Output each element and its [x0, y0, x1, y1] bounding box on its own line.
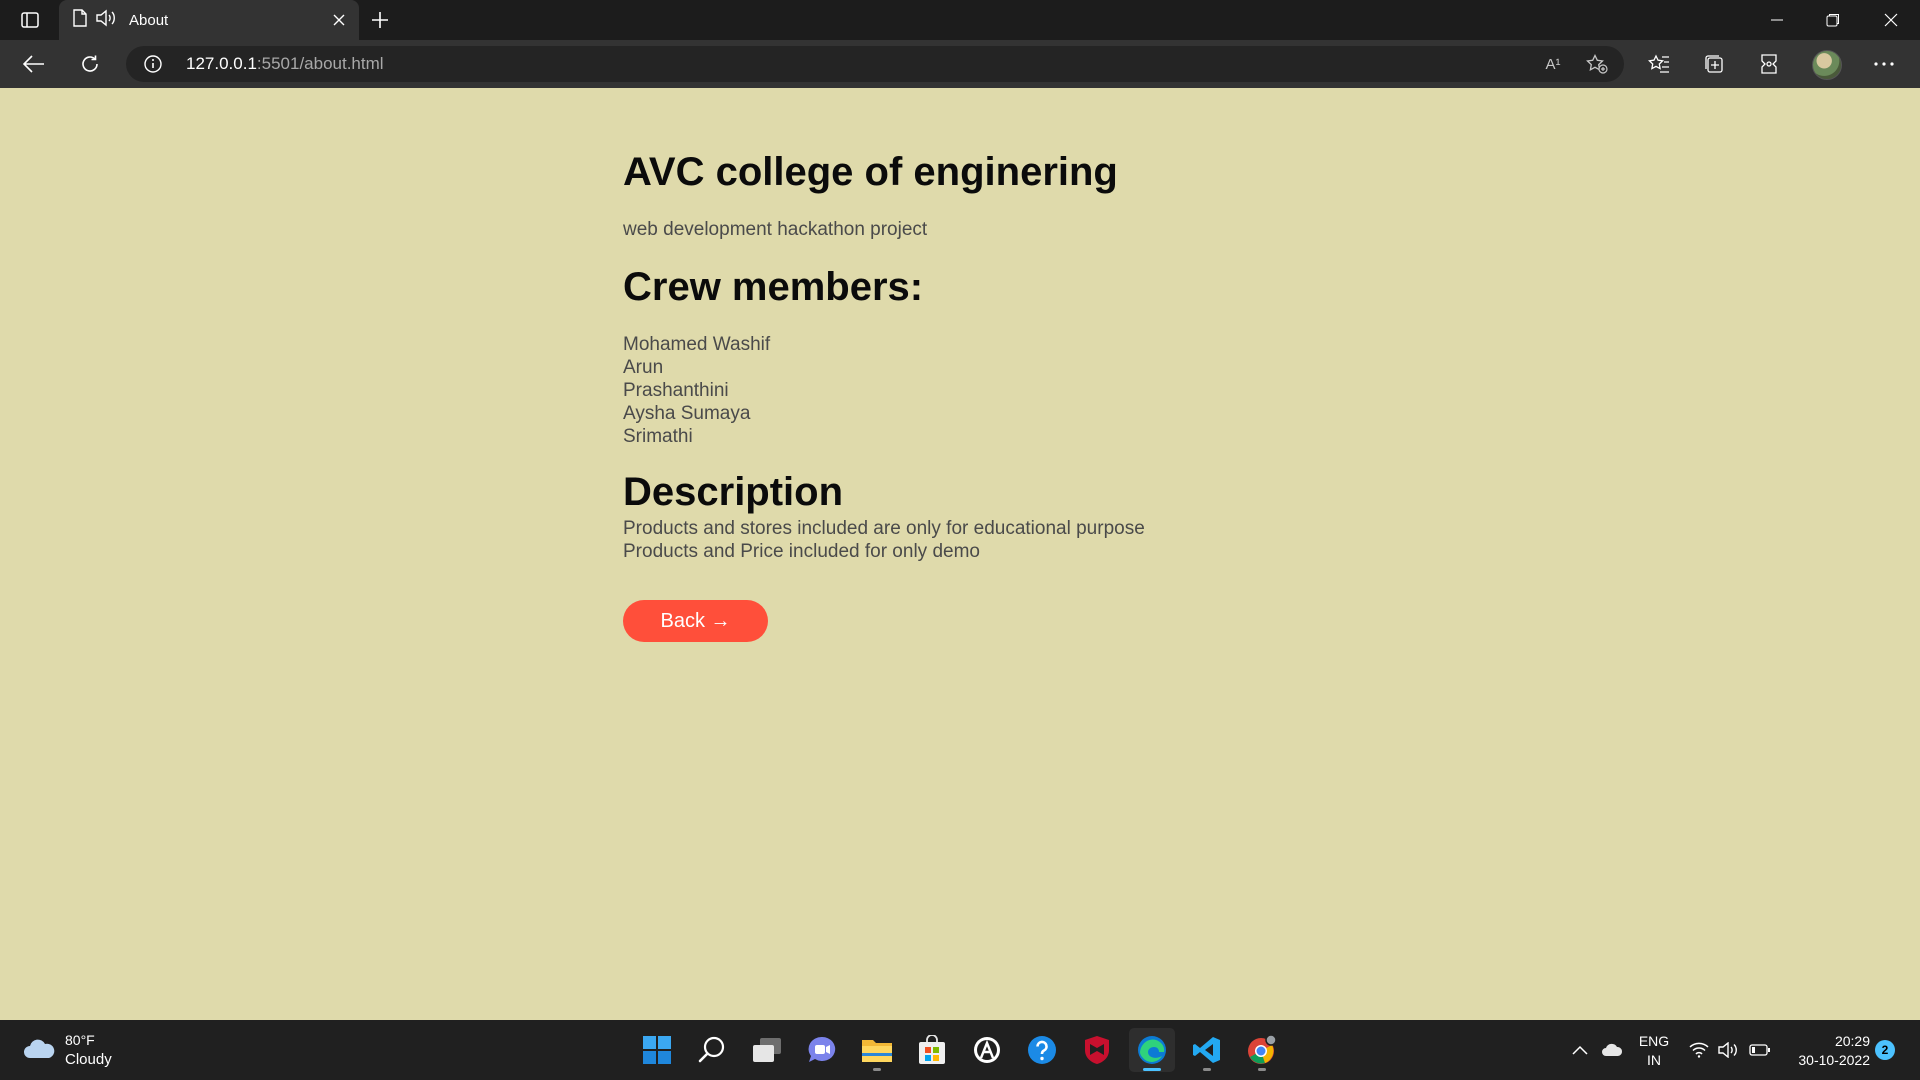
tab-actions-icon[interactable]: [10, 6, 50, 34]
crew-member: Aysha Sumaya: [623, 403, 751, 424]
address-bar[interactable]: 127.0.0.1:5501/about.html A¹: [126, 46, 1624, 82]
crew-member: Srimathi: [623, 426, 693, 447]
app-launcher-icon[interactable]: [964, 1028, 1010, 1072]
chrome-icon[interactable]: [1239, 1028, 1285, 1072]
microsoft-store-icon[interactable]: [909, 1028, 955, 1072]
url-text[interactable]: 127.0.0.1:5501/about.html: [186, 54, 384, 74]
battery-icon[interactable]: [1746, 1020, 1774, 1080]
favorites-icon[interactable]: [1643, 48, 1675, 80]
clock-date: 30-10-2022: [1798, 1052, 1870, 1068]
tab-title: About: [129, 11, 169, 29]
help-icon[interactable]: [1019, 1028, 1065, 1072]
notification-badge[interactable]: 2: [1875, 1040, 1895, 1060]
restore-icon[interactable]: [1804, 0, 1862, 40]
clock-time: 20:29: [1834, 1033, 1870, 1049]
language-code: ENG: [1638, 1033, 1670, 1049]
language-indicator[interactable]: ENG IN: [1636, 1032, 1672, 1070]
document-icon: [73, 8, 87, 32]
close-window-icon[interactable]: [1862, 0, 1920, 40]
refresh-icon[interactable]: [74, 48, 106, 80]
info-icon[interactable]: [144, 55, 162, 78]
wifi-icon[interactable]: [1686, 1020, 1712, 1080]
taskbar: 80°F Cloudy ENG IN 20:29 30-10-2022 2: [0, 1020, 1920, 1080]
back-button[interactable]: Back →: [623, 600, 768, 642]
weather-temp: 80°F: [65, 1032, 95, 1048]
cloud-icon: [22, 1038, 56, 1065]
volume-icon[interactable]: [1716, 1020, 1742, 1080]
crew-heading: Crew members:: [623, 265, 924, 309]
page-subtitle: web development hackathon project: [623, 219, 928, 240]
clock[interactable]: 20:29 30-10-2022: [1782, 1032, 1870, 1070]
region-code: IN: [1647, 1052, 1661, 1068]
plus-icon[interactable]: [366, 6, 394, 34]
description-text: Products and stores included are only fo…: [623, 517, 1145, 563]
read-aloud-icon[interactable]: A¹: [1540, 52, 1566, 76]
description-line: Products and Price included for only dem…: [623, 541, 980, 562]
page-title: AVC college of enginering: [623, 150, 1118, 194]
description-heading: Description: [623, 470, 844, 514]
search-icon[interactable]: [689, 1028, 735, 1072]
running-indicator: [873, 1068, 881, 1071]
running-indicator: [1258, 1068, 1266, 1071]
crew-member: Mohamed Washif: [623, 334, 771, 355]
description-line: Products and stores included are only fo…: [623, 518, 1145, 539]
close-icon[interactable]: [325, 6, 353, 34]
browser-toolbar: 127.0.0.1:5501/about.html A¹: [0, 40, 1920, 88]
crew-list: Mohamed Washif Arun Prashanthini Aysha S…: [623, 333, 770, 448]
add-favorite-icon[interactable]: [1584, 52, 1610, 76]
crew-member: Prashanthini: [623, 380, 729, 401]
edge-icon[interactable]: [1129, 1028, 1175, 1072]
chevron-up-icon[interactable]: [1568, 1020, 1592, 1080]
mcafee-icon[interactable]: [1074, 1028, 1120, 1072]
more-icon[interactable]: [1868, 48, 1900, 80]
running-indicator: [1203, 1068, 1211, 1071]
crew-member: Arun: [623, 357, 664, 378]
weather-condition: Cloudy: [65, 1051, 112, 1068]
vscode-icon[interactable]: [1184, 1028, 1230, 1072]
running-indicator: [1143, 1068, 1161, 1071]
task-view-icon[interactable]: [744, 1028, 790, 1072]
weather-widget[interactable]: 80°F Cloudy: [22, 1030, 132, 1070]
back-arrow-icon[interactable]: [18, 48, 50, 80]
teams-chat-icon[interactable]: [799, 1028, 845, 1072]
title-bar: About: [0, 0, 1920, 40]
browser-essentials-icon[interactable]: [1753, 48, 1785, 80]
tab-about[interactable]: About: [59, 0, 359, 40]
start-icon[interactable]: [634, 1028, 680, 1072]
url-host: 127.0.0.1: [186, 54, 257, 73]
speaker-icon[interactable]: [95, 9, 117, 32]
url-path: :5501/about.html: [256, 54, 384, 73]
minimize-icon[interactable]: [1748, 0, 1806, 40]
onedrive-icon[interactable]: [1598, 1020, 1626, 1080]
file-explorer-icon[interactable]: [854, 1028, 900, 1072]
collections-icon[interactable]: [1698, 48, 1730, 80]
avatar[interactable]: [1812, 50, 1842, 80]
